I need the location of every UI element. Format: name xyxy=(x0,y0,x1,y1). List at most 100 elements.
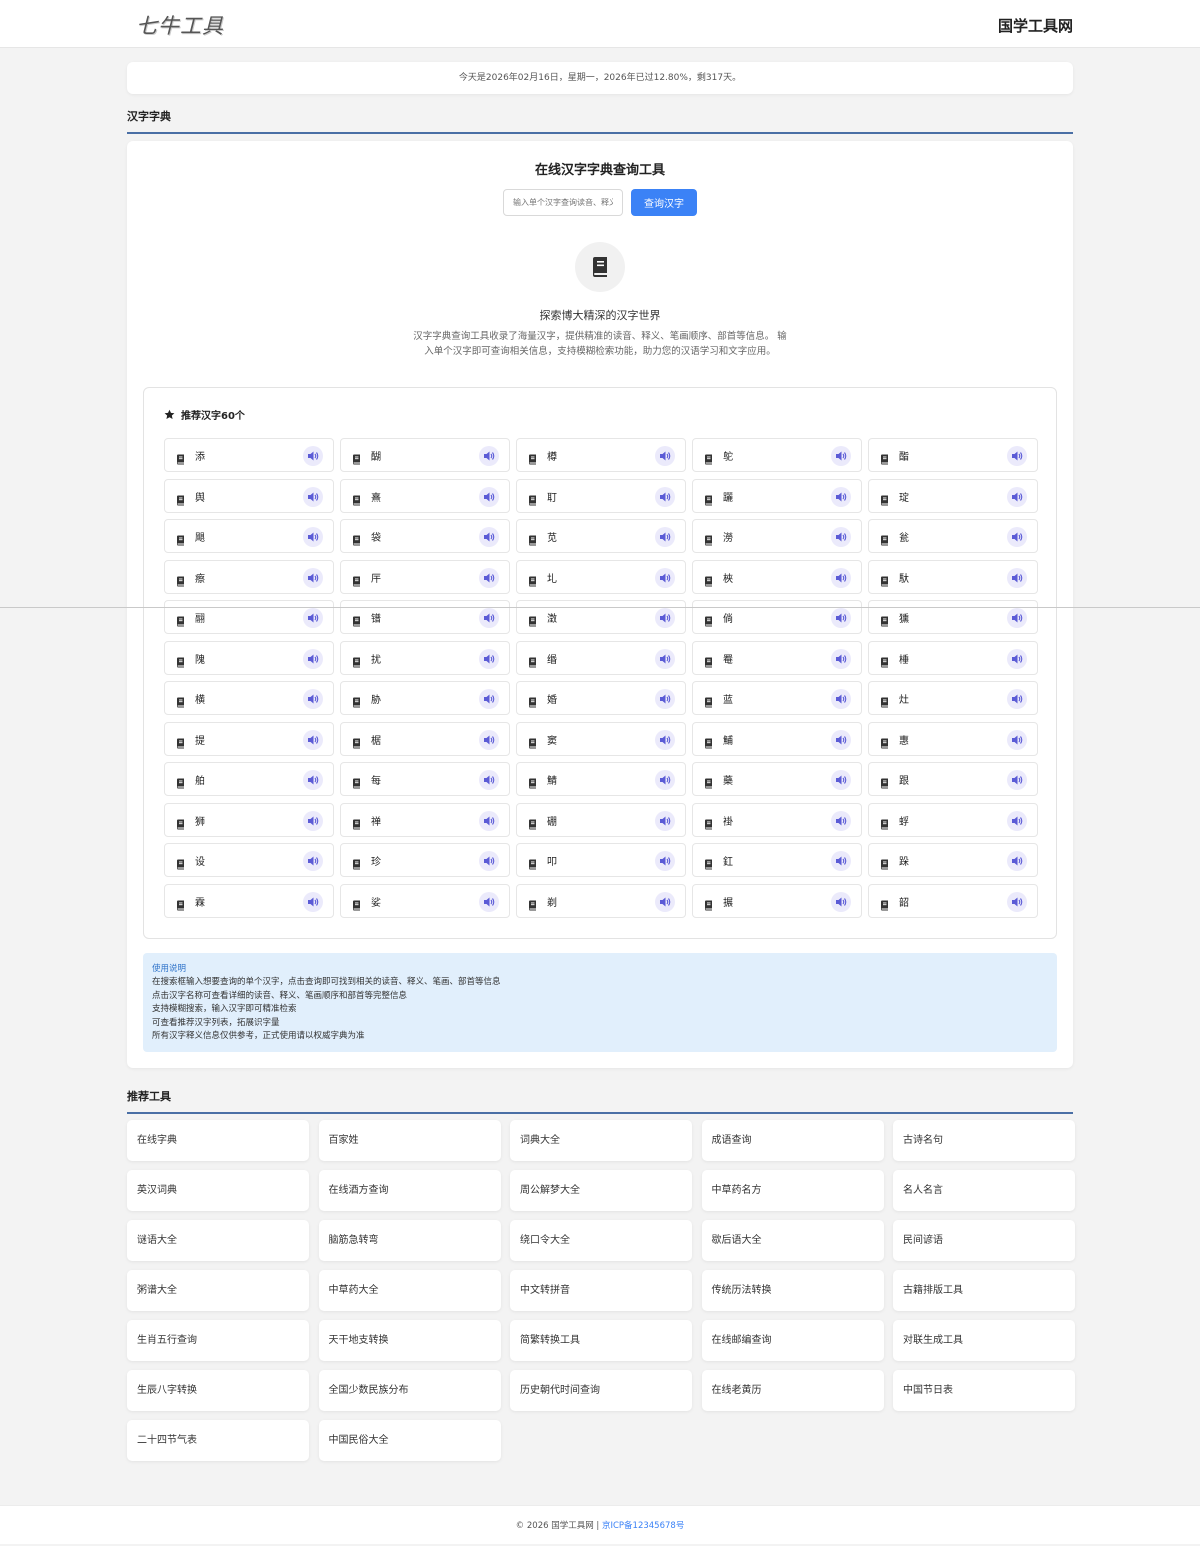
speaker-icon[interactable] xyxy=(831,891,851,912)
tool-link[interactable]: 在线老黄历 xyxy=(701,1370,884,1411)
character-label[interactable]: 澂 xyxy=(547,610,557,625)
character-label[interactable]: 酯 xyxy=(899,448,909,463)
speaker-icon[interactable] xyxy=(303,689,323,709)
character-item[interactable]: 醐 xyxy=(340,438,510,472)
speaker-icon[interactable] xyxy=(655,891,675,912)
speaker-icon[interactable] xyxy=(479,486,499,507)
speaker-icon[interactable] xyxy=(655,446,675,466)
character-label[interactable]: 獯 xyxy=(899,610,909,625)
character-item[interactable]: 胁 xyxy=(340,681,510,715)
character-label[interactable]: 婚 xyxy=(547,691,557,706)
character-label[interactable]: 娑 xyxy=(371,894,381,909)
speaker-icon[interactable] xyxy=(1007,648,1027,669)
tool-link[interactable]: 英汉词典 xyxy=(127,1170,309,1211)
speaker-icon[interactable] xyxy=(1007,729,1027,750)
tool-link[interactable]: 简繁转换工具 xyxy=(510,1320,692,1361)
character-label[interactable]: 樽 xyxy=(547,448,557,463)
tool-link[interactable]: 名人名言 xyxy=(893,1170,1075,1211)
character-label[interactable]: 藥 xyxy=(723,772,733,787)
character-label[interactable]: 镨 xyxy=(371,610,381,625)
character-label[interactable]: 飓 xyxy=(195,529,205,544)
tool-link[interactable]: 古诗名句 xyxy=(893,1120,1075,1161)
speaker-icon[interactable] xyxy=(1007,527,1027,547)
speaker-icon[interactable] xyxy=(303,648,323,669)
character-label[interactable]: 躧 xyxy=(723,489,733,504)
speaker-icon[interactable] xyxy=(303,608,323,628)
speaker-icon[interactable] xyxy=(831,810,851,831)
character-label[interactable]: 禅 xyxy=(371,813,381,828)
speaker-icon[interactable] xyxy=(1007,446,1027,466)
character-label[interactable]: 每 xyxy=(371,772,381,787)
speaker-icon[interactable] xyxy=(303,729,323,750)
character-item[interactable]: 馱 xyxy=(868,559,1038,594)
tool-link[interactable]: 历史朝代时间查询 xyxy=(510,1370,692,1411)
tool-link[interactable]: 传统历法转换 xyxy=(701,1270,884,1311)
character-item[interactable]: 硼 xyxy=(516,802,686,837)
tool-link[interactable]: 生肖五行查询 xyxy=(127,1320,309,1361)
character-label[interactable]: 跺 xyxy=(899,853,909,868)
character-item[interactable]: 扰 xyxy=(340,640,510,675)
speaker-icon[interactable] xyxy=(831,608,851,628)
character-item[interactable]: 褂 xyxy=(692,802,862,837)
speaker-icon[interactable] xyxy=(831,689,851,709)
search-button[interactable]: 查询汉字 xyxy=(631,189,697,216)
speaker-icon[interactable] xyxy=(303,810,323,831)
character-label[interactable]: 舆 xyxy=(195,489,205,504)
character-label[interactable]: 圠 xyxy=(547,570,557,585)
character-label[interactable]: 梜 xyxy=(723,570,733,585)
character-label[interactable]: 鯆 xyxy=(723,732,733,747)
character-item[interactable]: 飓 xyxy=(164,519,334,553)
tool-link[interactable]: 歇后语大全 xyxy=(701,1220,884,1261)
tool-link[interactable]: 生辰八字转换 xyxy=(127,1370,309,1411)
tool-link[interactable]: 词典大全 xyxy=(510,1120,692,1161)
character-label[interactable]: 翮 xyxy=(195,610,205,625)
speaker-icon[interactable] xyxy=(831,446,851,466)
character-label[interactable]: 褂 xyxy=(723,813,733,828)
character-item[interactable]: 梜 xyxy=(692,559,862,594)
character-item[interactable]: 每 xyxy=(340,762,510,796)
character-label[interactable]: 霖 xyxy=(195,894,205,909)
tool-link[interactable]: 成语查询 xyxy=(701,1120,884,1161)
speaker-icon[interactable] xyxy=(479,770,499,790)
character-label[interactable]: 缗 xyxy=(547,651,557,666)
tool-link[interactable]: 周公解梦大全 xyxy=(510,1170,692,1211)
character-label[interactable]: 珍 xyxy=(371,853,381,868)
speaker-icon[interactable] xyxy=(303,446,323,466)
speaker-icon[interactable] xyxy=(479,891,499,912)
character-label[interactable]: 澇 xyxy=(723,529,733,544)
character-item[interactable]: 酯 xyxy=(868,438,1038,472)
speaker-icon[interactable] xyxy=(1007,689,1027,709)
character-item[interactable]: 禅 xyxy=(340,802,510,837)
speaker-icon[interactable] xyxy=(303,567,323,588)
speaker-icon[interactable] xyxy=(655,810,675,831)
character-item[interactable]: 藥 xyxy=(692,762,862,796)
speaker-icon[interactable] xyxy=(303,486,323,507)
character-item[interactable]: 瘵 xyxy=(164,559,334,594)
speaker-icon[interactable] xyxy=(831,486,851,507)
character-label[interactable]: 胁 xyxy=(371,691,381,706)
tool-link[interactable]: 脑筋急转弯 xyxy=(318,1220,501,1261)
character-item[interactable]: 舆 xyxy=(164,478,334,513)
character-item[interactable]: 澂 xyxy=(516,600,686,634)
search-input[interactable] xyxy=(503,189,623,216)
footer-icp-link[interactable]: 京ICP备12345678号 xyxy=(602,1521,684,1531)
speaker-icon[interactable] xyxy=(831,567,851,588)
tool-link[interactable]: 中草药大全 xyxy=(318,1270,501,1311)
character-item[interactable]: 琔 xyxy=(868,478,1038,513)
tool-link[interactable]: 中国民俗大全 xyxy=(318,1420,501,1461)
speaker-icon[interactable] xyxy=(479,608,499,628)
speaker-icon[interactable] xyxy=(655,567,675,588)
character-label[interactable]: 鯖 xyxy=(547,772,557,787)
character-item[interactable]: 鯆 xyxy=(692,721,862,756)
character-label[interactable]: 鸵 xyxy=(723,448,733,463)
character-item[interactable]: 珍 xyxy=(340,843,510,877)
character-label[interactable]: 馱 xyxy=(899,570,909,585)
character-item[interactable]: 熹 xyxy=(340,478,510,513)
speaker-icon[interactable] xyxy=(1007,770,1027,790)
character-label[interactable]: 灶 xyxy=(899,691,909,706)
tool-link[interactable]: 在线酒方查询 xyxy=(318,1170,501,1211)
character-item[interactable]: 舶 xyxy=(164,762,334,796)
character-item[interactable]: 棰 xyxy=(868,640,1038,675)
character-item[interactable]: 躧 xyxy=(692,478,862,513)
character-item[interactable]: 设 xyxy=(164,843,334,877)
